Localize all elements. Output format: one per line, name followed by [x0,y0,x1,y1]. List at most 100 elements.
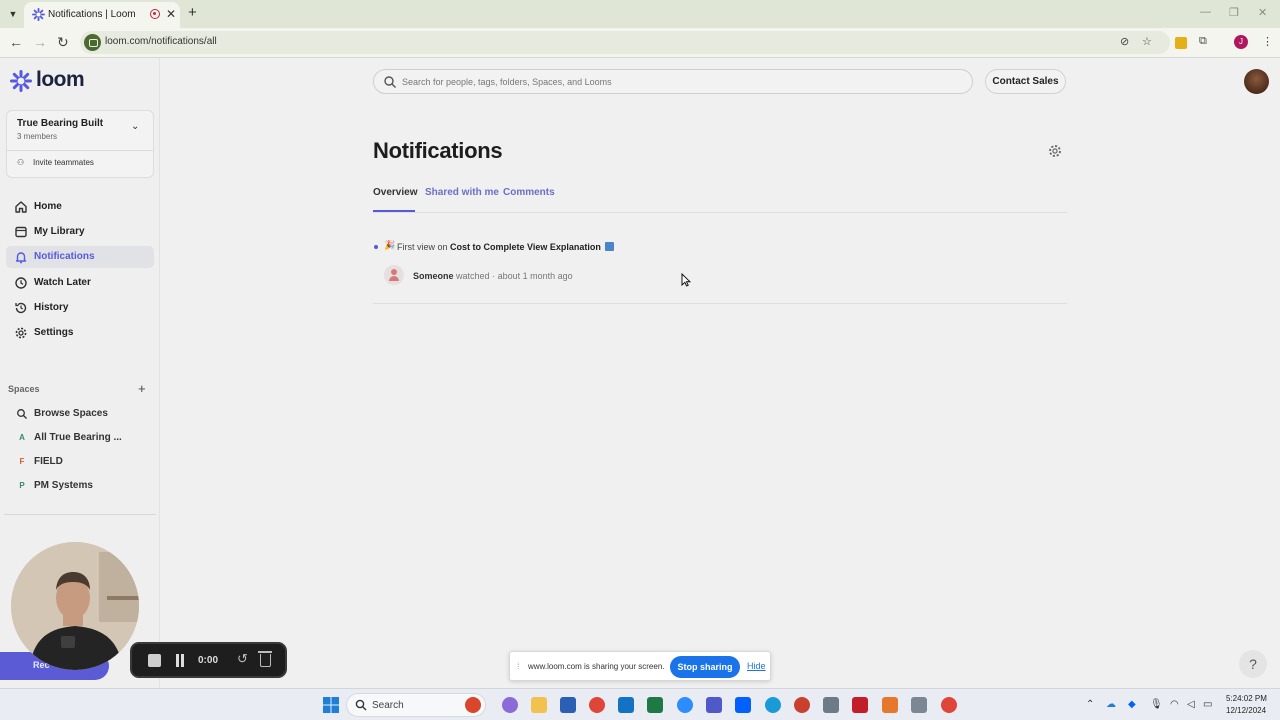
onedrive-icon[interactable]: ☁ [1106,699,1116,710]
forward-icon[interactable]: → [33,34,47,50]
copilot-icon[interactable] [502,697,518,713]
recording-controls: 0:00 ↺ [130,642,287,678]
sidebar-item-home[interactable]: Home [6,196,154,218]
notification-settings-gear-icon[interactable] [1048,144,1062,158]
chrome-icon[interactable] [589,697,605,713]
invite-teammates-button[interactable]: ⚇ Invite teammates [17,158,94,167]
drag-handle-icon[interactable]: ⁞ [517,661,520,671]
new-tab-button[interactable]: + [188,4,197,21]
windows-start-icon[interactable] [323,697,339,713]
tray-overflow-icon[interactable]: ⌃ [1086,699,1094,710]
loom-logo-text: loom [36,68,85,91]
notification-activity: Someone watched · about 1 month ago [413,271,573,281]
pause-recording-button[interactable] [175,654,186,667]
reload-icon[interactable]: ↻ [57,34,69,51]
outlook-icon[interactable] [618,697,634,713]
space-item-pm-systems[interactable]: P PM Systems [6,476,154,496]
taskbar-date[interactable]: 12/12/2024 [1226,706,1266,715]
notification-action: watched [456,271,490,281]
browse-spaces-item[interactable]: Browse Spaces [6,404,154,424]
tab-comments[interactable]: Comments [503,187,555,198]
sidebar-item-watch-later[interactable]: Watch Later [6,272,154,294]
minimize-icon[interactable]: — [1200,6,1211,18]
sidebar-item-settings[interactable]: Settings [6,322,154,344]
loom-page: loom True Bearing Built 3 members ⌄ ⚇ Inv… [0,58,1280,688]
notification-text: First view on Cost to Complete View Expl… [397,242,614,252]
microphone-icon[interactable]: 🎙 [1150,699,1163,710]
add-space-button[interactable]: + [138,381,146,396]
wifi-icon[interactable]: ◠ [1170,699,1179,710]
space-badge: F [19,457,25,466]
workspace-name: True Bearing Built [17,118,104,129]
party-popper-icon: 🎉 [384,240,396,250]
browser-menu-icon[interactable]: ⋮ [1262,35,1273,48]
restart-recording-icon[interactable]: ↺ [237,651,248,667]
maximize-icon[interactable]: ❐ [1229,6,1239,19]
battery-icon[interactable]: ▭ [1203,699,1212,710]
spaces-header: Spaces [8,384,40,394]
app-icon-orange[interactable] [882,697,898,713]
recording-indicator-icon [150,9,160,19]
browser-toolbar: ← → ↻ loom.com/notifications/all ⊘ ☆ ⧉ ⋮ [0,28,1280,58]
site-info-icon[interactable] [84,34,101,51]
user-avatar[interactable] [1244,69,1269,94]
file-explorer-icon[interactable] [531,697,547,713]
sidebar-item-label: Watch Later [34,277,91,288]
sidebar-item-notifications[interactable]: Notifications [6,246,154,268]
stop-sharing-button[interactable]: Stop sharing [670,656,740,678]
address-bar[interactable]: loom.com/notifications/all [80,31,1170,54]
tab-overview[interactable]: Overview [373,187,417,198]
sidebar-item-library[interactable]: My Library [6,221,154,243]
camera-blocked-icon[interactable]: ⊘ [1120,35,1129,48]
tab-close-icon[interactable]: ✕ [166,7,176,21]
snipping-tool-icon[interactable] [911,697,927,713]
browser-profile-avatar[interactable]: J [1234,35,1248,49]
hide-link[interactable]: Hide [747,661,766,671]
space-item-field[interactable]: F FIELD [6,452,154,472]
extensions-puzzle-icon[interactable]: ⧉ [1199,35,1207,48]
windows-taskbar: Search ⌃ ☁ ◆ 🎙 ◠ ◁ ▭ 5:24:02 PM 12/12/20… [0,688,1280,720]
notification-item[interactable]: 🎉 First view on Cost to Complete View Ex… [373,233,1067,304]
browser-tab-active[interactable]: Notifications | Loom ✕ [24,2,180,28]
tab-shared-with-me[interactable]: Shared with me [425,187,499,198]
tab-search-chevron-icon[interactable]: ▼ [4,5,22,23]
notification-user: Someone [413,271,454,281]
search-icon [17,409,27,419]
space-badge: P [19,481,25,490]
invite-teammates-label: Invite teammates [33,158,94,167]
zoom-icon[interactable] [677,697,693,713]
space-item-all-true-bearing[interactable]: A All True Bearing ... [6,428,154,448]
screen-share-bar: ⁞ www.loom.com is sharing your screen. S… [509,651,771,681]
chrome-active-icon[interactable] [941,697,957,713]
space-badge: A [19,433,25,442]
calculator-icon[interactable] [823,697,839,713]
workspace-switcher[interactable]: True Bearing Built 3 members ⌄ ⚇ Invite t… [6,110,154,178]
taskbar-time[interactable]: 5:24:02 PM [1226,694,1267,703]
word-icon[interactable] [560,697,576,713]
webcam-bubble[interactable] [11,542,139,670]
search-input[interactable] [402,74,962,90]
app-icon-red[interactable] [794,697,810,713]
delete-recording-icon[interactable] [258,651,272,667]
sidebar-item-history[interactable]: History [6,297,154,319]
volume-icon[interactable]: ◁ [1187,699,1195,710]
window-close-icon[interactable]: ✕ [1258,6,1267,19]
contact-sales-button[interactable]: Contact Sales [985,69,1066,94]
bookmark-star-icon[interactable]: ☆ [1142,35,1152,48]
webcam-person-image [11,542,139,670]
chevron-down-icon[interactable]: ⌄ [131,121,139,132]
mcafee-icon[interactable] [852,697,868,713]
teams-icon[interactable] [706,697,722,713]
taskbar-search-label: Search [372,700,404,711]
stop-recording-button[interactable] [148,654,161,667]
dropbox-icon[interactable] [735,697,751,713]
excel-icon[interactable] [647,697,663,713]
extension-icon[interactable] [1175,37,1187,49]
notification-video-title[interactable]: Cost to Complete View Explanation [450,242,601,252]
back-icon[interactable]: ← [9,34,23,50]
dropbox-tray-icon[interactable]: ◆ [1128,699,1136,710]
search-bar[interactable] [373,69,973,94]
search-icon [384,76,396,88]
help-button[interactable]: ? [1239,650,1267,678]
edge-icon[interactable] [765,697,781,713]
